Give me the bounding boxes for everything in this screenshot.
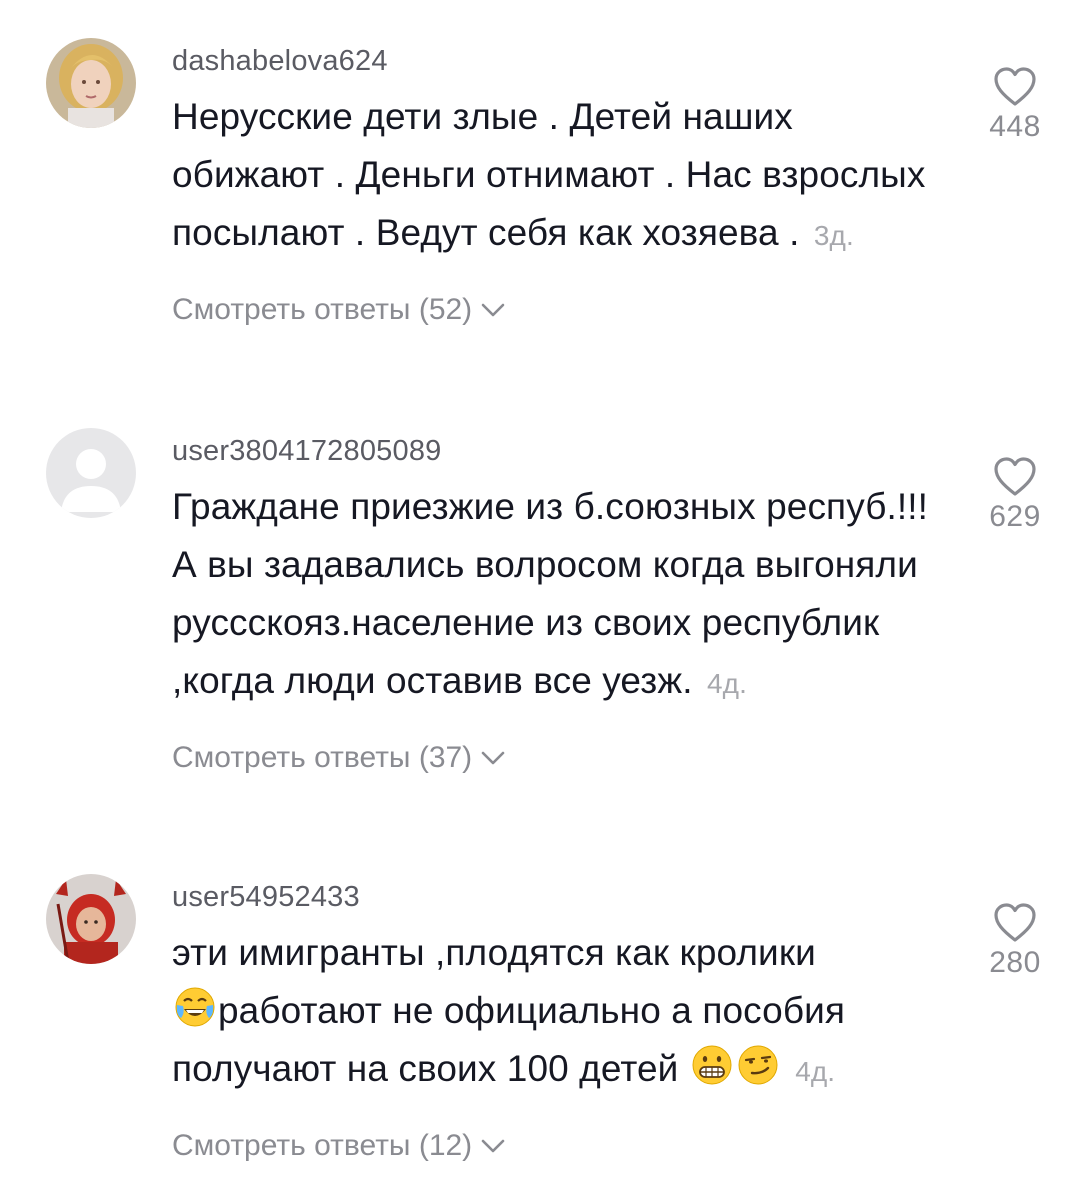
- avatar[interactable]: [46, 428, 136, 518]
- avatar[interactable]: [46, 874, 136, 964]
- heart-outline-icon: [992, 902, 1038, 944]
- comment-username[interactable]: dashabelova624: [172, 44, 942, 78]
- comment-time: 3д.: [813, 220, 854, 251]
- comment-text-line-1: эти имигранты ,плодятся как кролики: [172, 932, 816, 973]
- view-replies-label: Смотреть ответы (52): [172, 293, 473, 326]
- view-replies-label: Смотреть ответы (12): [172, 1129, 473, 1162]
- like-count: 280: [989, 946, 1041, 979]
- comment-text-content: Нерусские дети злые . Детей наших обижаю…: [172, 96, 926, 253]
- chevron-down-icon: [480, 1137, 506, 1155]
- comment-text: Граждане приезжие из б.союзных респуб.!!…: [172, 478, 942, 713]
- like-button[interactable]: 629: [970, 456, 1060, 534]
- like-count: 629: [989, 500, 1041, 533]
- view-replies-button[interactable]: Смотреть ответы (12): [172, 1129, 942, 1163]
- comment-time: 4д.: [706, 668, 747, 699]
- comment-username[interactable]: user54952433: [172, 880, 942, 914]
- view-replies-button[interactable]: Смотреть ответы (37): [172, 741, 942, 775]
- like-button[interactable]: 280: [970, 902, 1060, 980]
- comment-text-content: Граждане приезжие из б.союзных респуб.!!…: [172, 486, 929, 701]
- comment-text: Нерусские дети злые . Детей наших обижаю…: [172, 88, 942, 265]
- avatar[interactable]: [46, 38, 136, 128]
- chevron-down-icon: [480, 749, 506, 767]
- heart-outline-icon: [992, 66, 1038, 108]
- comment-time: 4д.: [795, 1056, 836, 1087]
- grimacing-emoji: [690, 1043, 734, 1087]
- chevron-down-icon: [480, 301, 506, 319]
- heart-outline-icon: [992, 456, 1038, 498]
- view-replies-label: Смотреть ответы (37): [172, 741, 473, 774]
- smirking-emoji: [736, 1043, 780, 1087]
- tears-of-joy-emoji: [173, 985, 217, 1029]
- like-button[interactable]: 448: [970, 66, 1060, 144]
- view-replies-button[interactable]: Смотреть ответы (52): [172, 293, 942, 327]
- comment-username[interactable]: user3804172805089: [172, 434, 942, 468]
- comment-text: эти имигранты ,плодятся как кролики работ…: [172, 924, 942, 1101]
- like-count: 448: [989, 110, 1041, 143]
